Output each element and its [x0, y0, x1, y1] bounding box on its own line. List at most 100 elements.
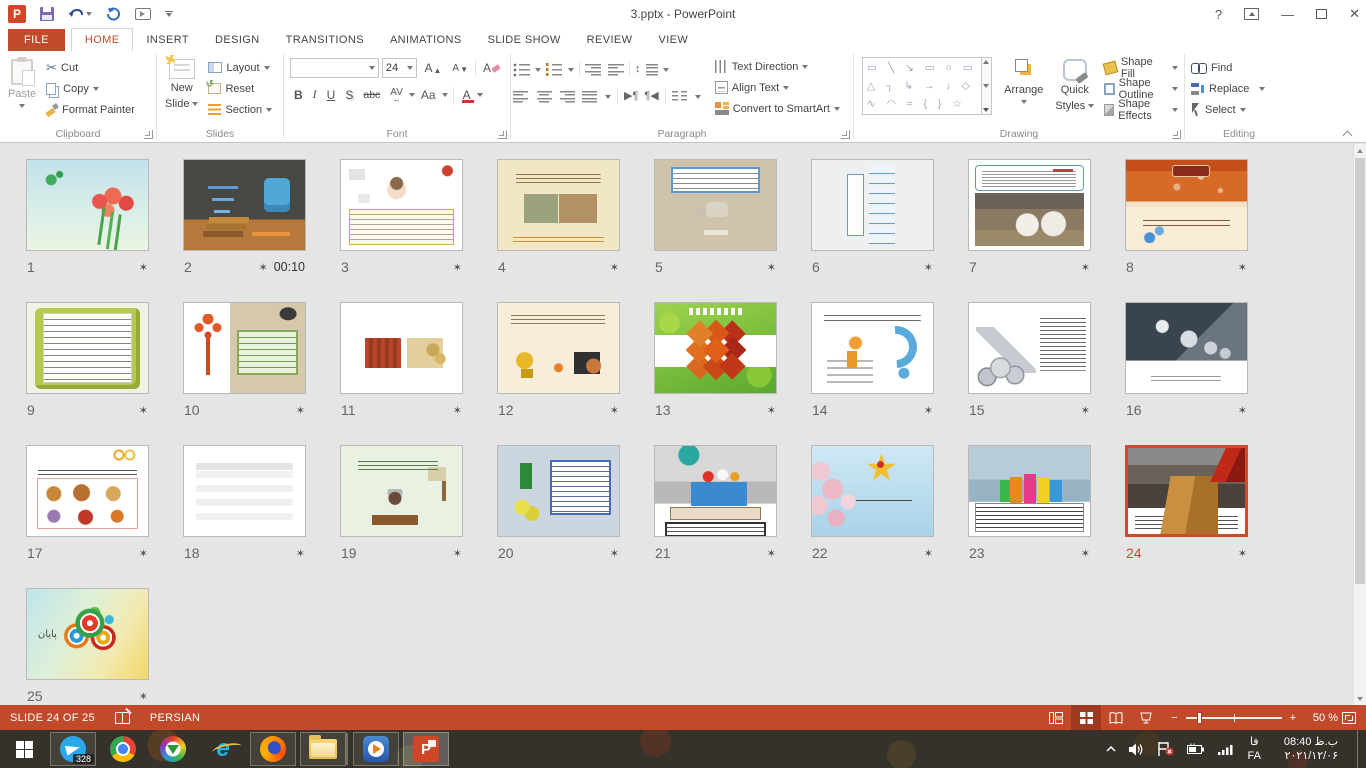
taskbar-file-explorer[interactable]	[300, 732, 346, 766]
align-center-icon[interactable]	[536, 90, 553, 104]
transition-star-icon[interactable]: ✶	[1081, 261, 1090, 274]
slide-thumbnail-1-tulips-title-slide[interactable]	[26, 159, 149, 251]
transition-star-icon[interactable]: ✶	[1081, 547, 1090, 560]
new-slide-dropdown-icon[interactable]	[192, 102, 198, 106]
replace-dropdown-icon[interactable]	[1259, 87, 1265, 91]
clear-formatting-button[interactable]: A	[479, 60, 504, 76]
zoom-slider-thumb[interactable]	[1197, 712, 1202, 724]
fit-slide-to-window-icon[interactable]	[1342, 712, 1356, 724]
taskbar-idm[interactable]	[150, 732, 196, 766]
font-dialog-launcher[interactable]	[498, 130, 507, 139]
transition-star-icon[interactable]: ✶	[139, 261, 148, 274]
italic-button[interactable]: I	[309, 86, 321, 103]
repeat-button[interactable]	[106, 7, 121, 21]
tab-transitions[interactable]: TRANSITIONS	[273, 29, 377, 51]
transition-star-icon[interactable]: ✶	[453, 547, 462, 560]
language-switcher[interactable]: فا FA	[1248, 735, 1261, 764]
left-to-right-icon[interactable]: ▶¶	[624, 91, 638, 102]
increase-indent-icon[interactable]	[607, 63, 624, 77]
taskbar-chrome[interactable]	[100, 732, 146, 766]
bullets-icon[interactable]	[513, 63, 530, 77]
character-spacing-button[interactable]: AV↔	[386, 86, 407, 104]
network-signal-icon[interactable]	[1218, 743, 1235, 755]
slide-thumbnail-10-orange-tree-figure[interactable]	[183, 302, 306, 394]
cut-button[interactable]: ✂Cut	[42, 57, 139, 78]
zoom-slider[interactable]	[1186, 717, 1282, 719]
transition-star-icon[interactable]: ✶	[139, 404, 148, 417]
change-case-dropdown-icon[interactable]	[442, 93, 448, 97]
transition-star-icon[interactable]: ✶	[1238, 261, 1247, 274]
normal-view-button[interactable]	[1041, 705, 1071, 730]
shrink-font-button[interactable]: A▼	[448, 62, 472, 75]
language-indicator[interactable]: PERSIAN	[150, 712, 200, 724]
slide-thumbnail-6-hierarchy-diagram[interactable]	[811, 159, 934, 251]
transition-star-icon[interactable]: ✶	[296, 547, 305, 560]
shape-outline-button[interactable]: Shape Outline	[1100, 78, 1182, 99]
clock[interactable]: ب.ظ 08:40 ۲۰۲۱/۱۲/۰۶	[1274, 735, 1338, 764]
format-painter-button[interactable]: Format Painter	[42, 99, 139, 120]
transition-star-icon[interactable]: ✶	[924, 404, 933, 417]
start-from-beginning-icon[interactable]	[135, 8, 151, 20]
paste-dropdown-icon[interactable]	[19, 104, 25, 108]
shape-effects-button[interactable]: Shape Effects	[1100, 99, 1182, 120]
vertical-scrollbar[interactable]	[1353, 144, 1366, 705]
action-center-flag-icon[interactable]	[1158, 742, 1174, 756]
transition-star-icon[interactable]: ✶	[453, 404, 462, 417]
slide-thumbnail-15-steel-pipes-text[interactable]	[968, 302, 1091, 394]
copy-dropdown-icon[interactable]	[93, 87, 99, 91]
find-button[interactable]: Find	[1187, 57, 1291, 78]
shapes-row-1[interactable]: ▭ ╲ ↘ ▭ ○ ▭	[867, 61, 977, 75]
transition-star-icon[interactable]: ✶	[924, 261, 933, 274]
slide-thumbnail-14-thinker-question-mark[interactable]	[811, 302, 934, 394]
tab-animations[interactable]: ANIMATIONS	[377, 29, 475, 51]
zoom-out-button[interactable]: −	[1171, 712, 1177, 724]
numbering-dropdown-icon[interactable]	[568, 68, 574, 72]
undo-dropdown-icon[interactable]	[86, 12, 92, 16]
underline-button[interactable]: U	[323, 87, 340, 103]
align-right-icon[interactable]	[559, 90, 576, 104]
transition-star-icon[interactable]: ✶	[924, 547, 933, 560]
slide-thumbnail-23-detergent-bottles-list[interactable]	[968, 445, 1091, 537]
columns-dropdown-icon[interactable]	[695, 95, 701, 99]
restore-icon[interactable]	[1316, 9, 1327, 19]
transition-star-icon[interactable]: ✶	[139, 547, 148, 560]
collapse-ribbon-icon[interactable]	[1344, 130, 1354, 136]
battery-icon[interactable]	[1187, 743, 1205, 755]
transition-star-icon[interactable]: ✶	[610, 547, 619, 560]
slide-thumbnail-18-data-table[interactable]	[183, 445, 306, 537]
transition-star-icon[interactable]: ✶	[1238, 547, 1247, 560]
bold-button[interactable]: B	[290, 87, 307, 103]
slide-thumbnail-4-two-photos-cream[interactable]	[497, 159, 620, 251]
line-spacing-lines-icon[interactable]	[646, 63, 658, 77]
transition-star-icon[interactable]: ✶	[139, 690, 148, 703]
text-shadow-button[interactable]: S	[341, 87, 357, 103]
shapes-gallery[interactable]: ▭ ╲ ↘ ▭ ○ ▭ △ ┐ ↳ → ↓ ◇ ∿ ◠ ≈ { } ☆	[862, 57, 982, 115]
transition-star-icon[interactable]: ✶	[453, 261, 462, 274]
slide-thumbnail-19-scientist-cartoon[interactable]	[340, 445, 463, 537]
slide-thumbnail-7-paper-factory[interactable]	[968, 159, 1091, 251]
slide-thumbnail-20-bottle-and-lemons[interactable]	[497, 445, 620, 537]
taskbar-powerpoint[interactable]: P	[403, 732, 449, 766]
slide-thumbnail-22-blossoms-star-question[interactable]	[811, 445, 934, 537]
slide-show-button[interactable]	[1131, 705, 1161, 730]
font-color-dropdown-icon[interactable]	[477, 93, 483, 97]
line-spacing-dropdown-icon[interactable]	[663, 68, 669, 72]
font-size-combobox[interactable]: 24	[382, 58, 418, 78]
slide-thumbnail-5-cartoon-question[interactable]	[654, 159, 777, 251]
shape-fill-button[interactable]: Shape Fill	[1100, 57, 1182, 78]
shapes-row-2[interactable]: △ ┐ ↳ → ↓ ◇	[867, 79, 977, 93]
select-button[interactable]: Select	[1187, 99, 1291, 120]
text-direction-button[interactable]: Text Direction	[711, 56, 844, 77]
transition-star-icon[interactable]: ✶	[767, 261, 776, 274]
start-button[interactable]	[0, 730, 48, 768]
slide-thumbnail-21-cleaning-bucket[interactable]	[654, 445, 777, 537]
close-button[interactable]: ✕	[1349, 6, 1360, 22]
slide-sorter-view-button[interactable]	[1071, 705, 1101, 730]
transition-star-icon[interactable]: ✶	[767, 404, 776, 417]
slide-thumbnail-16-metal-drops[interactable]	[1125, 302, 1248, 394]
slide-thumbnail-24-pollution-discharge[interactable]	[1125, 445, 1248, 537]
quick-styles-button[interactable]: Quick Styles	[1049, 55, 1100, 116]
reset-button[interactable]: Reset	[204, 78, 276, 99]
layout-button[interactable]: Layout	[204, 57, 276, 78]
strikethrough-button[interactable]: abc	[359, 88, 384, 102]
